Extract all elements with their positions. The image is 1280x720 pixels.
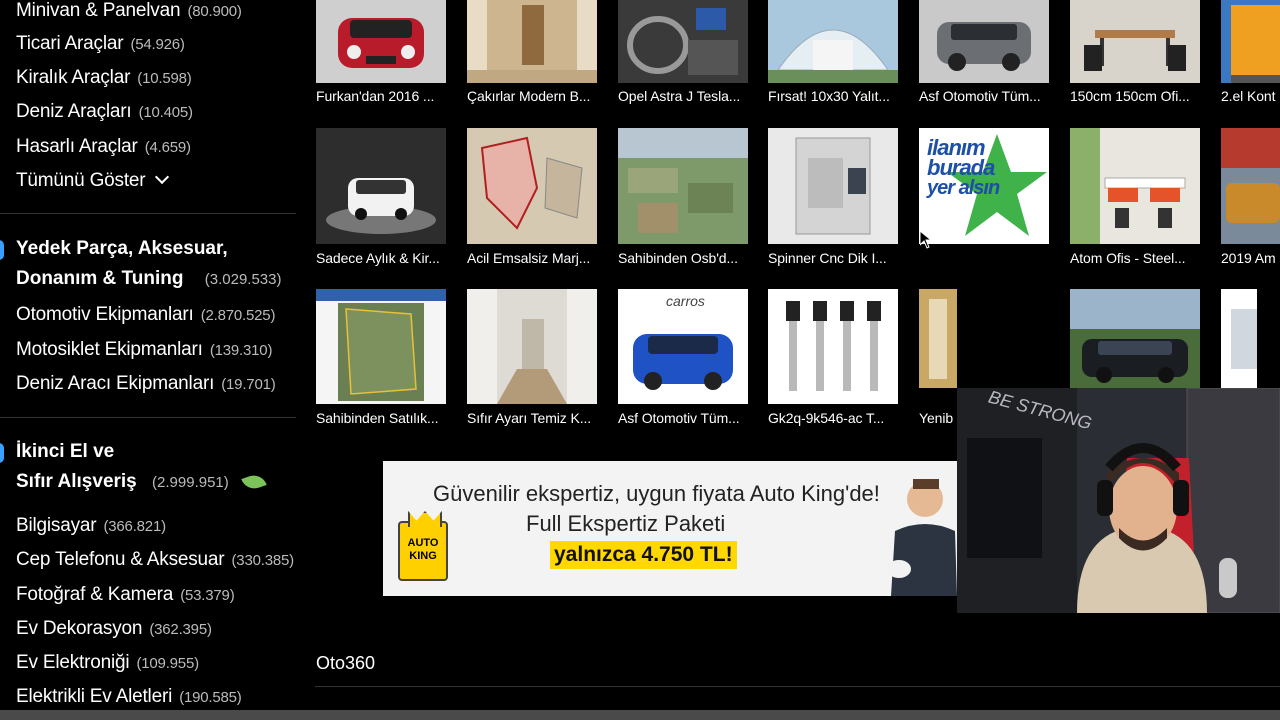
listing-title[interactable]: Sahibinden Satılık... <box>316 410 439 426</box>
mechanic-image <box>887 479 957 596</box>
listing-thumbnail[interactable] <box>316 289 446 404</box>
listing-thumbnail[interactable] <box>467 0 597 83</box>
listing-title[interactable]: Sahibinden Osb'd... <box>618 250 738 266</box>
grey-suv-image <box>919 0 1049 83</box>
listing-thumbnail[interactable] <box>316 0 446 83</box>
interior-hall-image <box>919 289 957 388</box>
leaf-icon <box>241 471 267 493</box>
listing-thumbnail[interactable] <box>1221 128 1280 244</box>
greenhouse-image <box>768 0 898 83</box>
category-sidebar: Minivan & Panelvan (80.900) Ticari Araçl… <box>0 0 296 720</box>
sidebar-item-kiralik[interactable]: Kiralık Araçlar (10.598) <box>16 67 192 89</box>
category-indicator <box>0 240 4 260</box>
listing-thumbnail[interactable] <box>618 128 748 244</box>
listing-thumbnail[interactable] <box>919 0 1049 83</box>
horizontal-scrollbar[interactable] <box>0 710 1280 720</box>
webcam-overlay: BE STRONG <box>957 388 1280 613</box>
sidebar-item-deniz[interactable]: Deniz Araçları (10.405) <box>16 101 193 123</box>
sidebar-item-ev-elektronigi[interactable]: Ev Elektroniği (109.955) <box>16 652 199 674</box>
listing-title[interactable]: 2.el Kont <box>1221 88 1275 104</box>
listing-title[interactable]: Asf Otomotiv Tüm... <box>618 410 740 426</box>
pickup-truck-image <box>1221 128 1280 244</box>
listing-thumbnail[interactable] <box>316 128 446 244</box>
show-all-button[interactable]: Tümünü Göster <box>16 169 170 192</box>
banner-headline: Güvenilir ekspertiz, uygun fiyata Auto K… <box>433 481 880 506</box>
listing-thumbnail[interactable] <box>467 289 597 404</box>
listing-thumbnail[interactable] <box>919 289 957 388</box>
banner-price: yalnızca 4.750 TL! <box>550 541 737 569</box>
listing-title[interactable]: Furkan'dan 2016 ... <box>316 88 434 104</box>
listing-title[interactable]: 2019 Am <box>1221 250 1276 266</box>
auto-king-banner-ad[interactable]: AUTO KING Güvenilir ekspertiz, uygun fiy… <box>383 461 957 596</box>
sidebar-item-fotograf[interactable]: Fotoğraf & Kamera (53.379) <box>16 584 235 606</box>
auto-king-logo: AUTO KING <box>398 511 448 581</box>
section-title-oto360: Oto360 <box>316 653 376 673</box>
listing-thumbnail[interactable] <box>1070 128 1200 244</box>
listing-thumbnail[interactable] <box>467 128 597 244</box>
red-car-image <box>316 0 446 83</box>
listing-thumbnail[interactable] <box>1221 0 1280 83</box>
sidebar-item-otomotiv-ekipman[interactable]: Otomotiv Ekipmanları (2.870.525) <box>16 304 275 326</box>
listing-thumbnail[interactable] <box>768 128 898 244</box>
sidebar-item-motosiklet-ekipman[interactable]: Motosiklet Ekipmanları (139.310) <box>16 339 272 361</box>
listing-thumbnail[interactable] <box>768 289 898 404</box>
sidebar-item-cep-telefonu[interactable]: Cep Telefonu & Aksesuar (330.385) <box>16 549 294 571</box>
listing-title[interactable]: Sıfır Ayarı Temiz K... <box>467 410 591 426</box>
sidebar-item-bilgisayar[interactable]: Bilgisayar (366.821) <box>16 515 166 537</box>
section-divider <box>315 686 1280 687</box>
listing-thumbnail[interactable] <box>768 0 898 83</box>
satellite-map-image <box>316 289 446 404</box>
category-indicator <box>0 443 4 463</box>
ad-placeholder-text: ilanım burada yer alsın <box>927 135 1000 199</box>
sidebar-item-ticari[interactable]: Ticari Araçlar (54.926) <box>16 33 185 55</box>
sidebar-item-elektrikli-ev[interactable]: Elektrikli Ev Aletleri (190.585) <box>16 686 242 708</box>
sidebar-item-hasarli[interactable]: Hasarlı Araçlar (4.659) <box>16 136 191 158</box>
listing-title[interactable]: Asf Otomotiv Tüm... <box>919 88 1041 104</box>
listing-thumbnail[interactable] <box>1070 289 1200 388</box>
sidebar-divider <box>0 417 296 418</box>
office-desk-image <box>1070 0 1200 83</box>
container-image <box>1221 0 1280 83</box>
bmw-car-image <box>1070 289 1200 388</box>
listing-title[interactable]: Atom Ofis - Steel... <box>1070 250 1186 266</box>
interior-room-image <box>467 0 597 83</box>
listing-title[interactable]: Sadece Aylık & Kir... <box>316 250 440 266</box>
category-heading-shopping[interactable]: İkinci El ve Sıfır Alışveriş (2.999.951) <box>16 437 267 498</box>
mouse-cursor-icon <box>920 231 932 249</box>
hallway-image <box>467 289 597 404</box>
chevron-down-icon <box>155 169 170 185</box>
office-room-image <box>1070 128 1200 244</box>
cabin-image <box>1221 289 1257 388</box>
listing-thumbnail[interactable]: carros <box>618 289 748 404</box>
listing-title[interactable]: Yenib <box>919 410 953 426</box>
sidebar-divider <box>0 213 296 214</box>
banner-subheadline: Full Ekspertiz Paketi <box>526 511 726 536</box>
aerial-land-image <box>618 128 748 244</box>
listing-title[interactable]: Opel Astra J Tesla... <box>618 88 740 104</box>
streamer-webcam-image <box>957 388 1280 613</box>
ad-placeholder-tile[interactable]: ilanım burada yer alsın <box>919 128 1049 244</box>
land-map-image <box>467 128 597 244</box>
crown-icon <box>408 511 442 527</box>
listing-title[interactable]: Acil Emsalsiz Marj... <box>467 250 590 266</box>
category-heading-parts[interactable]: Yedek Parça, Aksesuar, Donanım & Tuning … <box>16 234 281 295</box>
sidebar-item-minivan[interactable]: Minivan & Panelvan (80.900) <box>16 0 242 22</box>
listing-title[interactable]: Fırsat! 10x30 Yalıt... <box>768 88 890 104</box>
white-car-image <box>316 128 446 244</box>
listing-thumbnail[interactable] <box>618 0 748 83</box>
cnc-machine-image <box>768 128 898 244</box>
listing-title[interactable]: Çakırlar Modern B... <box>467 88 590 104</box>
sidebar-item-ev-dekorasyon[interactable]: Ev Dekorasyon (362.395) <box>16 618 212 640</box>
car-interior-image <box>618 0 748 83</box>
listing-thumbnail[interactable] <box>1221 289 1257 388</box>
sidebar-item-deniz-ekipman[interactable]: Deniz Aracı Ekipmanları (19.701) <box>16 373 276 395</box>
listing-thumbnail[interactable] <box>1070 0 1200 83</box>
listing-title[interactable]: Spinner Cnc Dik I... <box>768 250 887 266</box>
listing-title[interactable]: 150cm 150cm Ofi... <box>1070 88 1190 104</box>
dealer-logo: carros <box>666 293 705 309</box>
listing-title[interactable]: Gk2q-9k546-ac T... <box>768 410 884 426</box>
fuel-injectors-image <box>768 289 898 404</box>
